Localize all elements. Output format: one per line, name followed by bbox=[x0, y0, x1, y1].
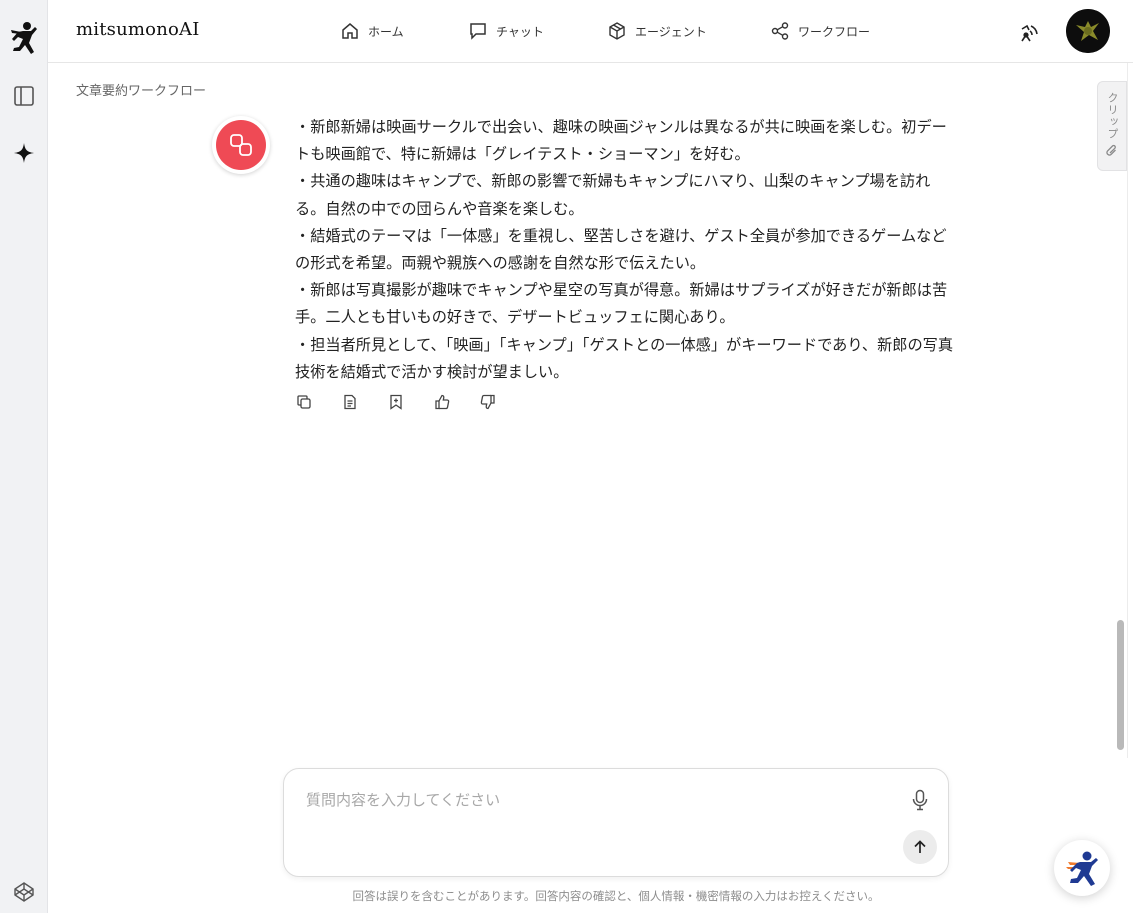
left-rail bbox=[0, 0, 48, 913]
nav-workflow-label: ワークフロー bbox=[798, 24, 871, 39]
brand-name[interactable]: mitsumonoAI bbox=[76, 19, 200, 40]
thumbs-up-icon[interactable] bbox=[434, 394, 450, 410]
top-header: mitsumonoAI ホーム チャット エージェント ワークフロー bbox=[48, 0, 1133, 63]
chat-composer bbox=[283, 768, 949, 877]
chat-icon bbox=[470, 23, 486, 40]
thumbs-down-icon[interactable] bbox=[480, 394, 496, 410]
message-line: ・新郎は写真撮影が趣味でキャンプや星空の写真が得意。新婦はサプライズが好きだが新… bbox=[295, 281, 948, 327]
assistant-avatar bbox=[212, 116, 270, 174]
document-icon[interactable] bbox=[342, 394, 358, 410]
nav-agent[interactable]: エージェント bbox=[607, 20, 707, 42]
message-line: ・新郎新婦は映画サークルで出会い、趣味の映画ジャンルは異なるが共に映画を楽しむ。… bbox=[295, 118, 947, 164]
nav-home-label: ホーム bbox=[368, 24, 404, 39]
send-button[interactable] bbox=[903, 830, 937, 864]
sidebar-toggle-icon[interactable] bbox=[10, 82, 38, 110]
user-avatar[interactable] bbox=[1066, 9, 1110, 53]
breadcrumb: 文章要約ワークフロー bbox=[76, 84, 207, 99]
cube-icon bbox=[609, 22, 625, 40]
nav-chat-label: チャット bbox=[496, 24, 544, 39]
disclaimer-text: 回答は誤りを含むことがあります。回答内容の確認と、個人情報・機密情報の入力はお控… bbox=[352, 889, 880, 903]
broadcast-icon[interactable] bbox=[1017, 20, 1041, 44]
scrollbar-thumb[interactable] bbox=[1117, 620, 1124, 750]
message-actions bbox=[296, 394, 496, 410]
nav-workflow[interactable]: ワークフロー bbox=[770, 20, 870, 42]
question-input[interactable] bbox=[306, 789, 886, 829]
nav-chat[interactable]: チャット bbox=[468, 20, 544, 42]
bookmark-add-icon[interactable] bbox=[388, 394, 404, 410]
ninja-logo-icon[interactable] bbox=[8, 20, 40, 56]
ninja-assistant-button[interactable] bbox=[1054, 840, 1110, 896]
codepen-icon[interactable] bbox=[10, 878, 38, 906]
workflow-nodes-icon bbox=[230, 134, 252, 156]
ninja-mascot-icon bbox=[1066, 851, 1098, 886]
sparkle-icon[interactable] bbox=[10, 139, 38, 167]
nav-home[interactable]: ホーム bbox=[340, 20, 404, 42]
microphone-icon[interactable] bbox=[908, 787, 932, 813]
home-icon bbox=[342, 23, 358, 39]
message-line: ・結婚式のテーマは「一体感」を重視し、堅苦しさを避け、ゲスト全員が参加できるゲー… bbox=[295, 226, 947, 273]
scroll-divider bbox=[1127, 63, 1128, 758]
message-line: ・担当者所見として、「映画」「キャンプ」「ゲストとの一体感」がキーワードであり、… bbox=[295, 335, 954, 381]
message-line: ・共通の趣味はキャンプで、新郎の影響で新婦もキャンプにハマり、山梨のキャンプ場を… bbox=[295, 172, 931, 218]
arrow-up-icon bbox=[914, 840, 926, 853]
share-icon bbox=[771, 22, 789, 40]
copy-icon[interactable] bbox=[296, 394, 312, 410]
assistant-message: ・新郎新婦は映画サークルで出会い、趣味の映画ジャンルは異なるが共に映画を楽しむ。… bbox=[295, 114, 955, 386]
nav-agent-label: エージェント bbox=[635, 24, 707, 39]
